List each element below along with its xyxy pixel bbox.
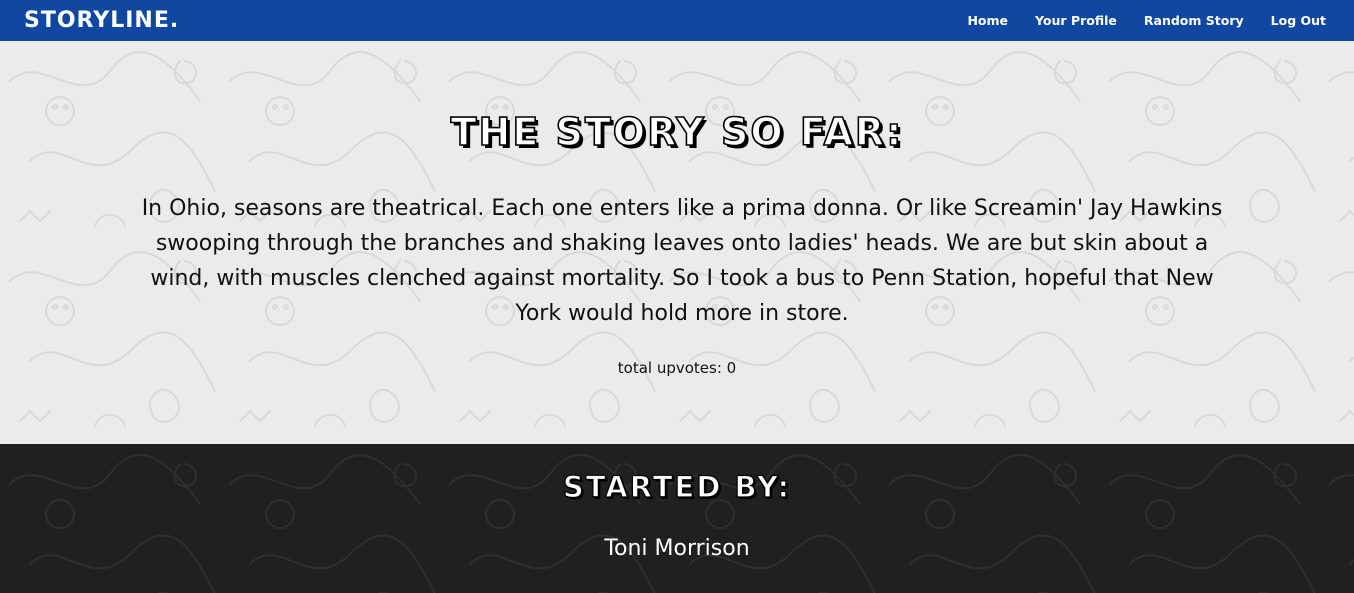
navbar: STORYLINE. Home Your Profile Random Stor… [0,0,1354,41]
brand-logo[interactable]: STORYLINE. [24,8,179,33]
background-doodle-pattern-dark [0,444,1354,593]
nav-links: Home Your Profile Random Story Log Out [967,13,1326,28]
story-heading: THE STORY SO FAR: [450,109,904,155]
author-section: STARTED BY: Toni Morrison [0,444,1354,593]
story-text: In Ohio, seasons are theatrical. Each on… [141,196,1223,326]
story-section: THE STORY SO FAR: In Ohio, seasons are t… [0,41,1354,444]
nav-link-log-out[interactable]: Log Out [1271,13,1326,28]
author-name[interactable]: Toni Morrison [0,536,1354,561]
nav-link-home[interactable]: Home [967,13,1008,28]
author-heading: STARTED BY: [562,469,792,504]
nav-link-random-story[interactable]: Random Story [1144,13,1244,28]
upvotes-count: total upvotes: 0 [617,359,737,377]
nav-link-your-profile[interactable]: Your Profile [1035,13,1117,28]
